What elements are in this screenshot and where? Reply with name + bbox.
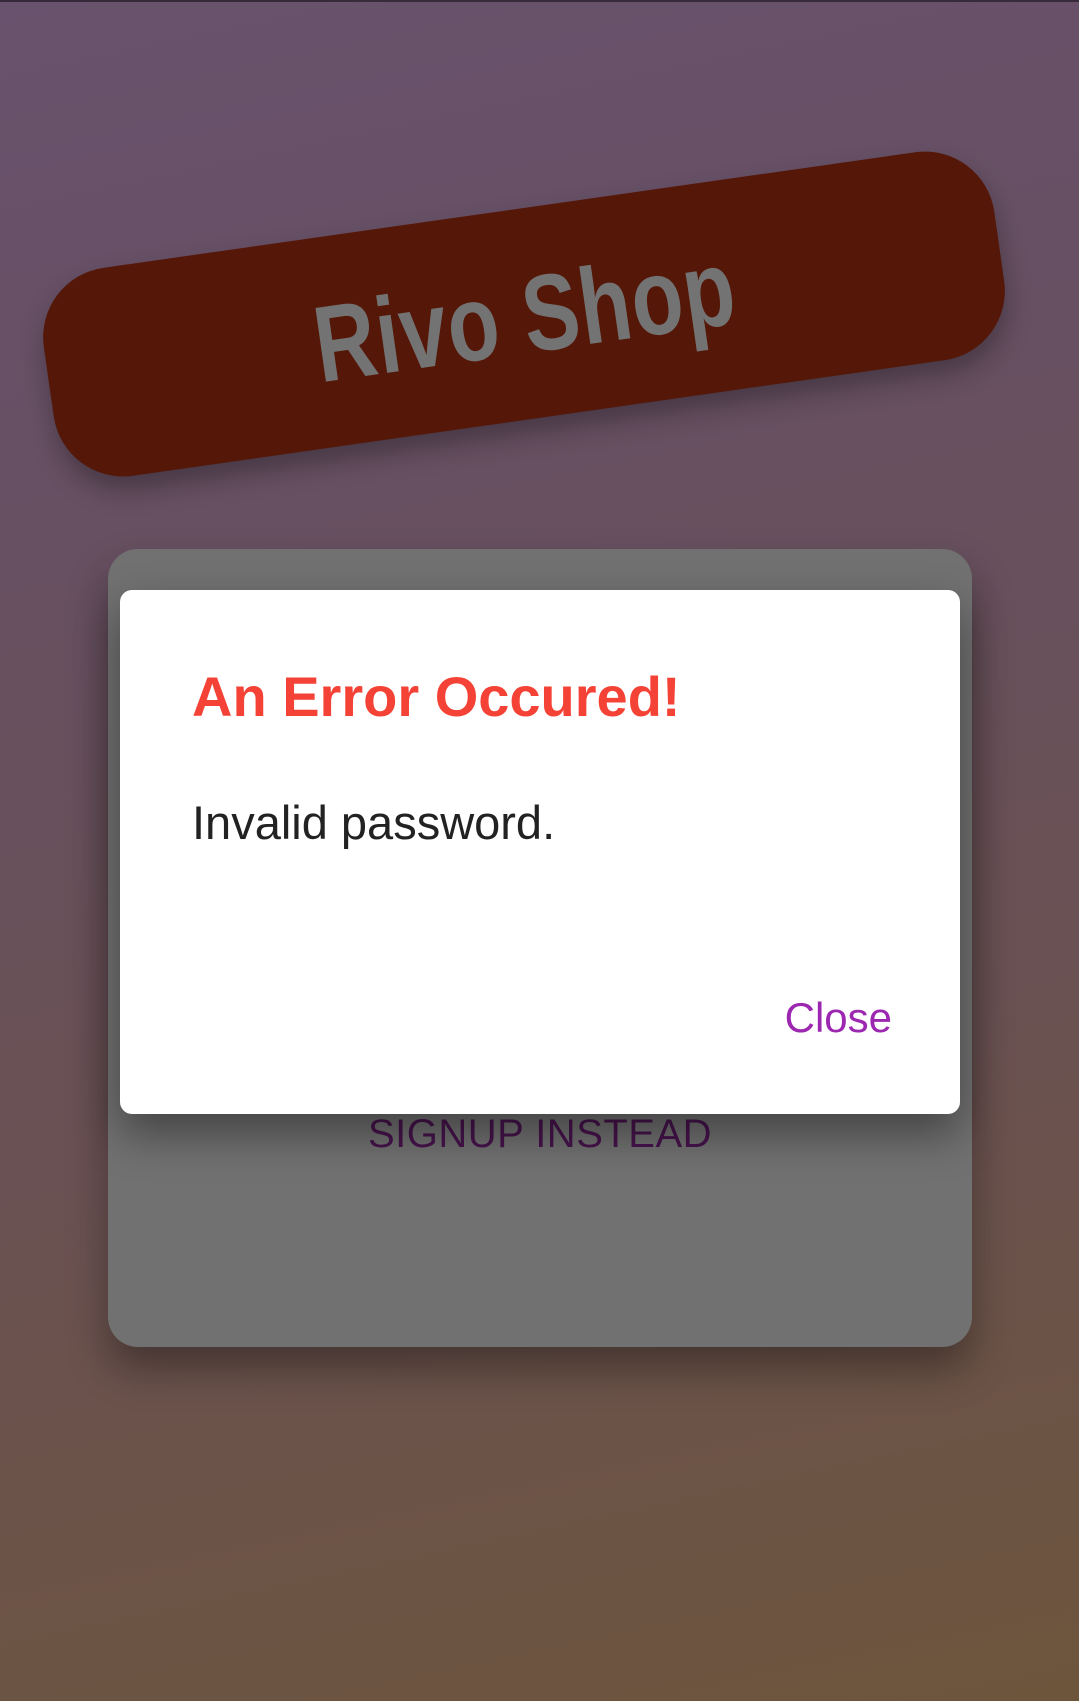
- close-button[interactable]: Close: [785, 994, 892, 1041]
- error-dialog: An Error Occured! Invalid password. Clos…: [120, 590, 960, 1114]
- dialog-title: An Error Occured!: [192, 665, 681, 728]
- login-screen: Rivo Shop SIGNUP INSTEAD An Error Occure…: [0, 0, 1079, 1701]
- dialog-message: Invalid password.: [192, 796, 556, 849]
